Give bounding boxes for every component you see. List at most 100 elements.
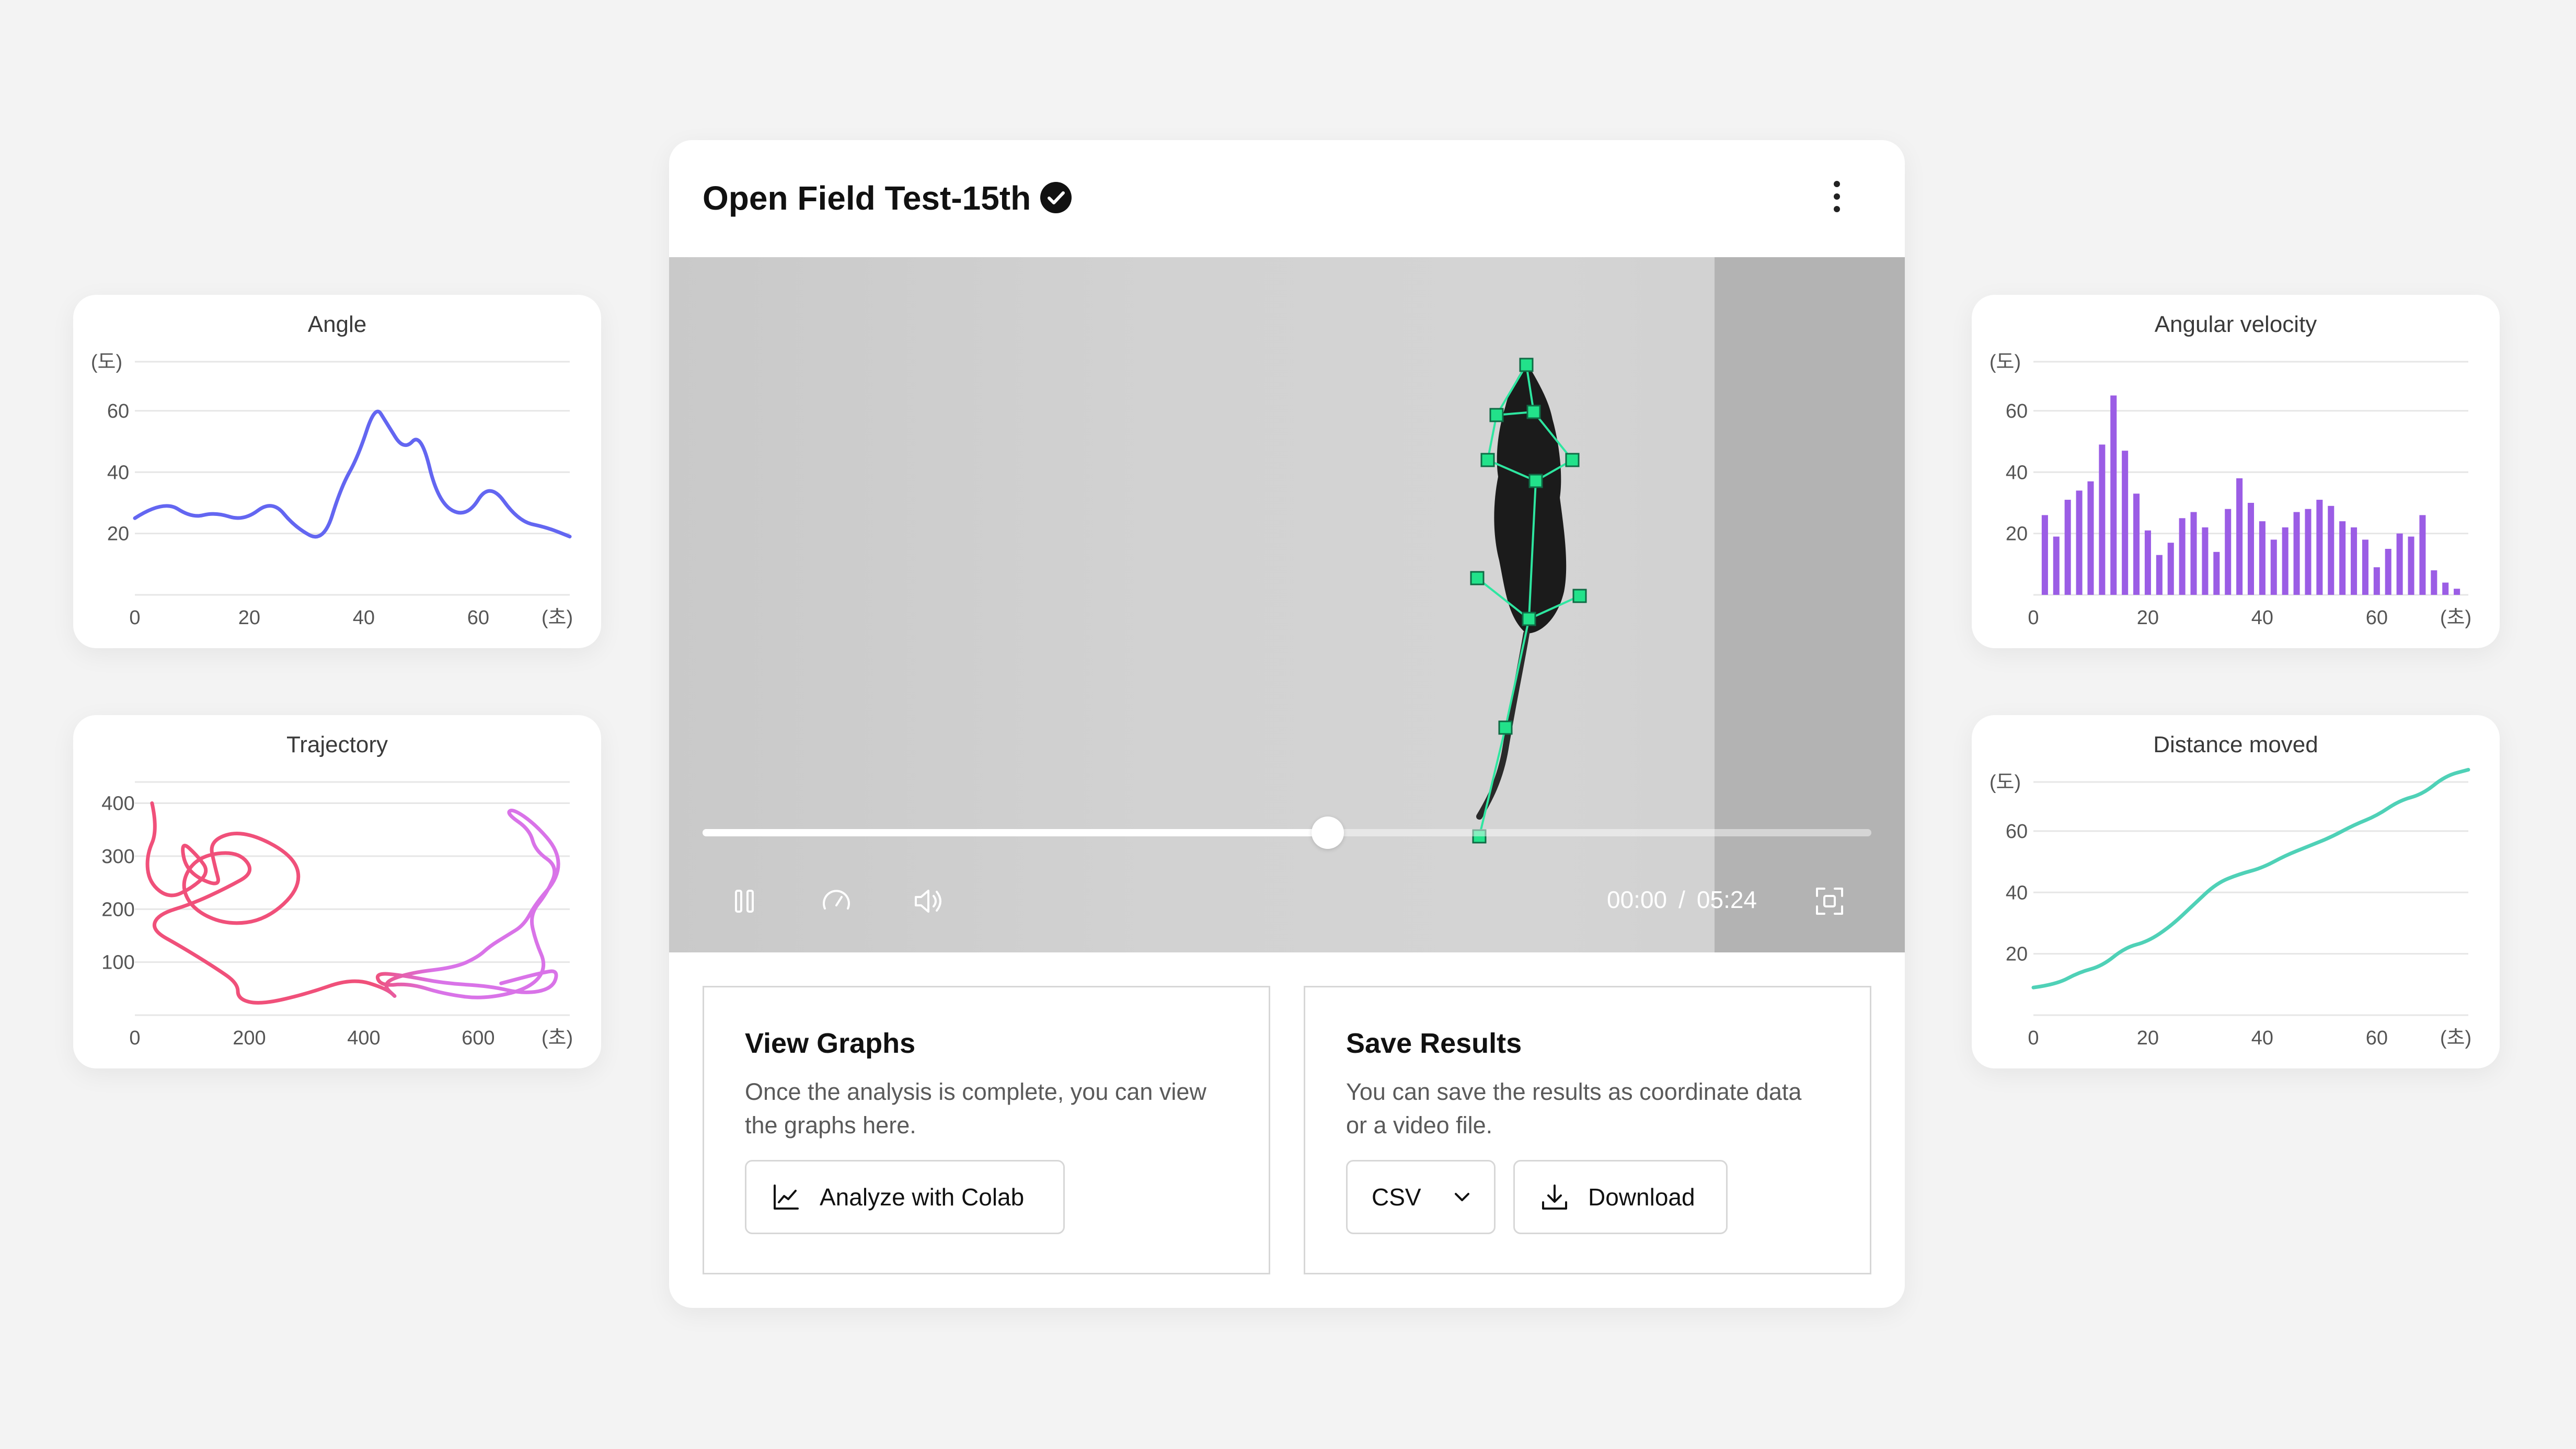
angular-velocity-chart-bar (2362, 539, 2368, 595)
angular-velocity-chart-bar (2053, 536, 2060, 595)
angle-chart-ytick: 40 (107, 462, 129, 484)
save-results-title: Save Results (1346, 1028, 1522, 1059)
angular-velocity-chart-bar (2202, 527, 2209, 595)
angular-velocity-chart-bar (2351, 527, 2358, 595)
angular-velocity-chart-bar (2247, 502, 2255, 595)
distance-moved-chart-card: Distance moved 20 40 60 (도) 0 20 40 60 (초) (1972, 715, 2500, 1068)
angular-velocity-chart-bar (2419, 515, 2426, 595)
angular-velocity-chart-card: Angular velocity 20 40 60 (도) 0 20 40 60 (초) (1972, 295, 2500, 648)
analysis-card: Open Field Test-15th 00:00 / 05:24 View … (669, 140, 1905, 1308)
view-graphs-description: Once the analysis is complete, you can v… (745, 1078, 1206, 1138)
angular-velocity-chart-bar (2225, 509, 2232, 595)
angular-velocity-chart-ytick: 40 (2006, 462, 2028, 484)
angular-velocity-chart-bar (2408, 536, 2414, 595)
analyze-with-colab-button[interactable]: Analyze with Colab (745, 1160, 1065, 1234)
trajectory-chart-ytick: 300 (101, 846, 134, 868)
trajectory-chart-xtick: 0 (129, 1027, 140, 1049)
angle-chart-xtick: 40 (353, 607, 375, 629)
angular-velocity-chart-ylabel: (도) (1990, 351, 2021, 373)
time-total: 05:24 (1696, 886, 1757, 913)
distance-moved-chart-line (2031, 768, 2470, 990)
page-title: Open Field Test-15th (703, 179, 1031, 217)
angular-velocity-chart-bar (2076, 490, 2083, 595)
progress-bar[interactable] (703, 816, 1871, 849)
angle-chart-xlabel: (초) (542, 607, 573, 629)
progress-fill (703, 829, 1328, 836)
angular-velocity-chart-bar (2133, 493, 2140, 595)
angular-velocity-chart-bar (2110, 395, 2117, 595)
progress-handle[interactable] (1312, 816, 1344, 849)
angular-velocity-chart-xtick: 20 (2137, 607, 2159, 629)
angle-chart: 20 40 60 (도) 0 20 40 60 (초) (91, 351, 573, 629)
angle-chart-ylabel: (도) (91, 351, 122, 373)
angular-velocity-chart-xlabel: (초) (2440, 607, 2471, 629)
download-icon (1542, 1184, 1567, 1210)
angular-velocity-chart-bar (2373, 567, 2380, 595)
distance-moved-chart-xtick: 0 (2028, 1027, 2039, 1049)
angle-chart-ytick: 20 (107, 523, 129, 545)
angular-velocity-chart-bar (2305, 509, 2312, 595)
angular-velocity-chart-bar (2156, 555, 2163, 595)
fullscreen-icon[interactable] (1813, 884, 1846, 918)
angular-velocity-chart-bar (2339, 521, 2346, 595)
distance-moved-chart-ytick: 40 (2006, 882, 2028, 904)
angular-velocity-chart-bar (2041, 515, 2048, 595)
check-badge-icon (1040, 182, 1072, 213)
angular-velocity-chart-bar (2064, 500, 2071, 595)
time-separator: / (1678, 886, 1685, 913)
angular-velocity-chart-bar (2270, 539, 2277, 595)
view-graphs-panel: View Graphs Once the analysis is complet… (703, 986, 1270, 1274)
angular-velocity-chart-bar (2213, 551, 2220, 595)
trajectory-chart-xtick: 400 (347, 1027, 380, 1049)
angular-velocity-chart-bar (2385, 548, 2391, 595)
distance-moved-chart: 20 40 60 (도) 0 20 40 60 (초) (1990, 768, 2471, 1049)
save-results-description: You can save the results as coordinate d… (1346, 1078, 1802, 1138)
angle-chart-xtick: 20 (238, 607, 260, 629)
view-graphs-title: View Graphs (745, 1028, 916, 1059)
speed-icon[interactable] (820, 884, 853, 918)
angular-velocity-chart-bar (2099, 444, 2106, 595)
angular-velocity-chart-bar (2144, 530, 2151, 595)
distance-moved-chart-ytick: 60 (2006, 821, 2028, 843)
angle-chart-ytick: 60 (107, 400, 129, 422)
angular-velocity-chart-bar (2122, 451, 2129, 595)
angle-chart-card: Angle 20 40 60 (도) 0 20 40 60 (초) (73, 295, 601, 648)
download-button[interactable]: Download (1513, 1160, 1728, 1234)
angular-velocity-chart-bar (2167, 543, 2174, 595)
volume-icon[interactable] (912, 884, 945, 918)
analysis-header: Open Field Test-15th (669, 140, 1905, 257)
video-player[interactable]: 00:00 / 05:24 (669, 257, 1905, 952)
angular-velocity-chart-bar (2328, 505, 2334, 595)
trajectory-chart: 100 200 300 400 0 200 400 600 (초) (101, 781, 573, 1049)
analyze-with-colab-label: Analyze with Colab (820, 1183, 1025, 1211)
distance-moved-chart-xtick: 60 (2366, 1027, 2388, 1049)
time-display: 00:00 / 05:24 (1607, 886, 1757, 914)
angular-velocity-chart-xtick: 60 (2366, 607, 2388, 629)
trajectory-chart-ytick: 400 (101, 793, 134, 815)
video-frame (1470, 358, 1587, 844)
format-select-value: CSV (1372, 1183, 1421, 1211)
distance-moved-chart-ylabel: (도) (1990, 772, 2021, 794)
trajectory-chart-xtick: 200 (233, 1027, 266, 1049)
format-select[interactable]: CSV (1346, 1160, 1496, 1234)
line-chart-icon (774, 1184, 799, 1210)
trajectory-chart-path (145, 801, 560, 1005)
save-results-panel: Save Results You can save the results as… (1304, 986, 1871, 1274)
trajectory-chart-card: Trajectory 100 200 300 400 0 200 400 600 (초) (73, 715, 601, 1068)
distance-moved-chart-xlabel: (초) (2440, 1027, 2471, 1049)
angular-velocity-chart-xtick: 0 (2028, 607, 2039, 629)
angular-velocity-chart-bar (2087, 481, 2094, 595)
time-current: 00:00 (1607, 886, 1668, 913)
angular-velocity-chart-bar (2431, 570, 2437, 595)
more-vertical-icon[interactable] (1831, 181, 1843, 216)
pause-icon[interactable] (728, 884, 761, 918)
trajectory-chart-ytick: 100 (101, 952, 134, 974)
angular-velocity-chart-bar (2396, 533, 2403, 595)
angular-velocity-chart-bar (2179, 518, 2186, 595)
angular-velocity-chart-bar (2259, 521, 2266, 595)
angular-velocity-chart-bar (2190, 512, 2197, 595)
distance-moved-chart-xtick: 20 (2137, 1027, 2159, 1049)
angle-chart-xtick: 60 (467, 607, 489, 629)
angular-velocity-chart-ytick: 20 (2006, 523, 2028, 545)
angular-velocity-chart-xtick: 40 (2251, 607, 2273, 629)
